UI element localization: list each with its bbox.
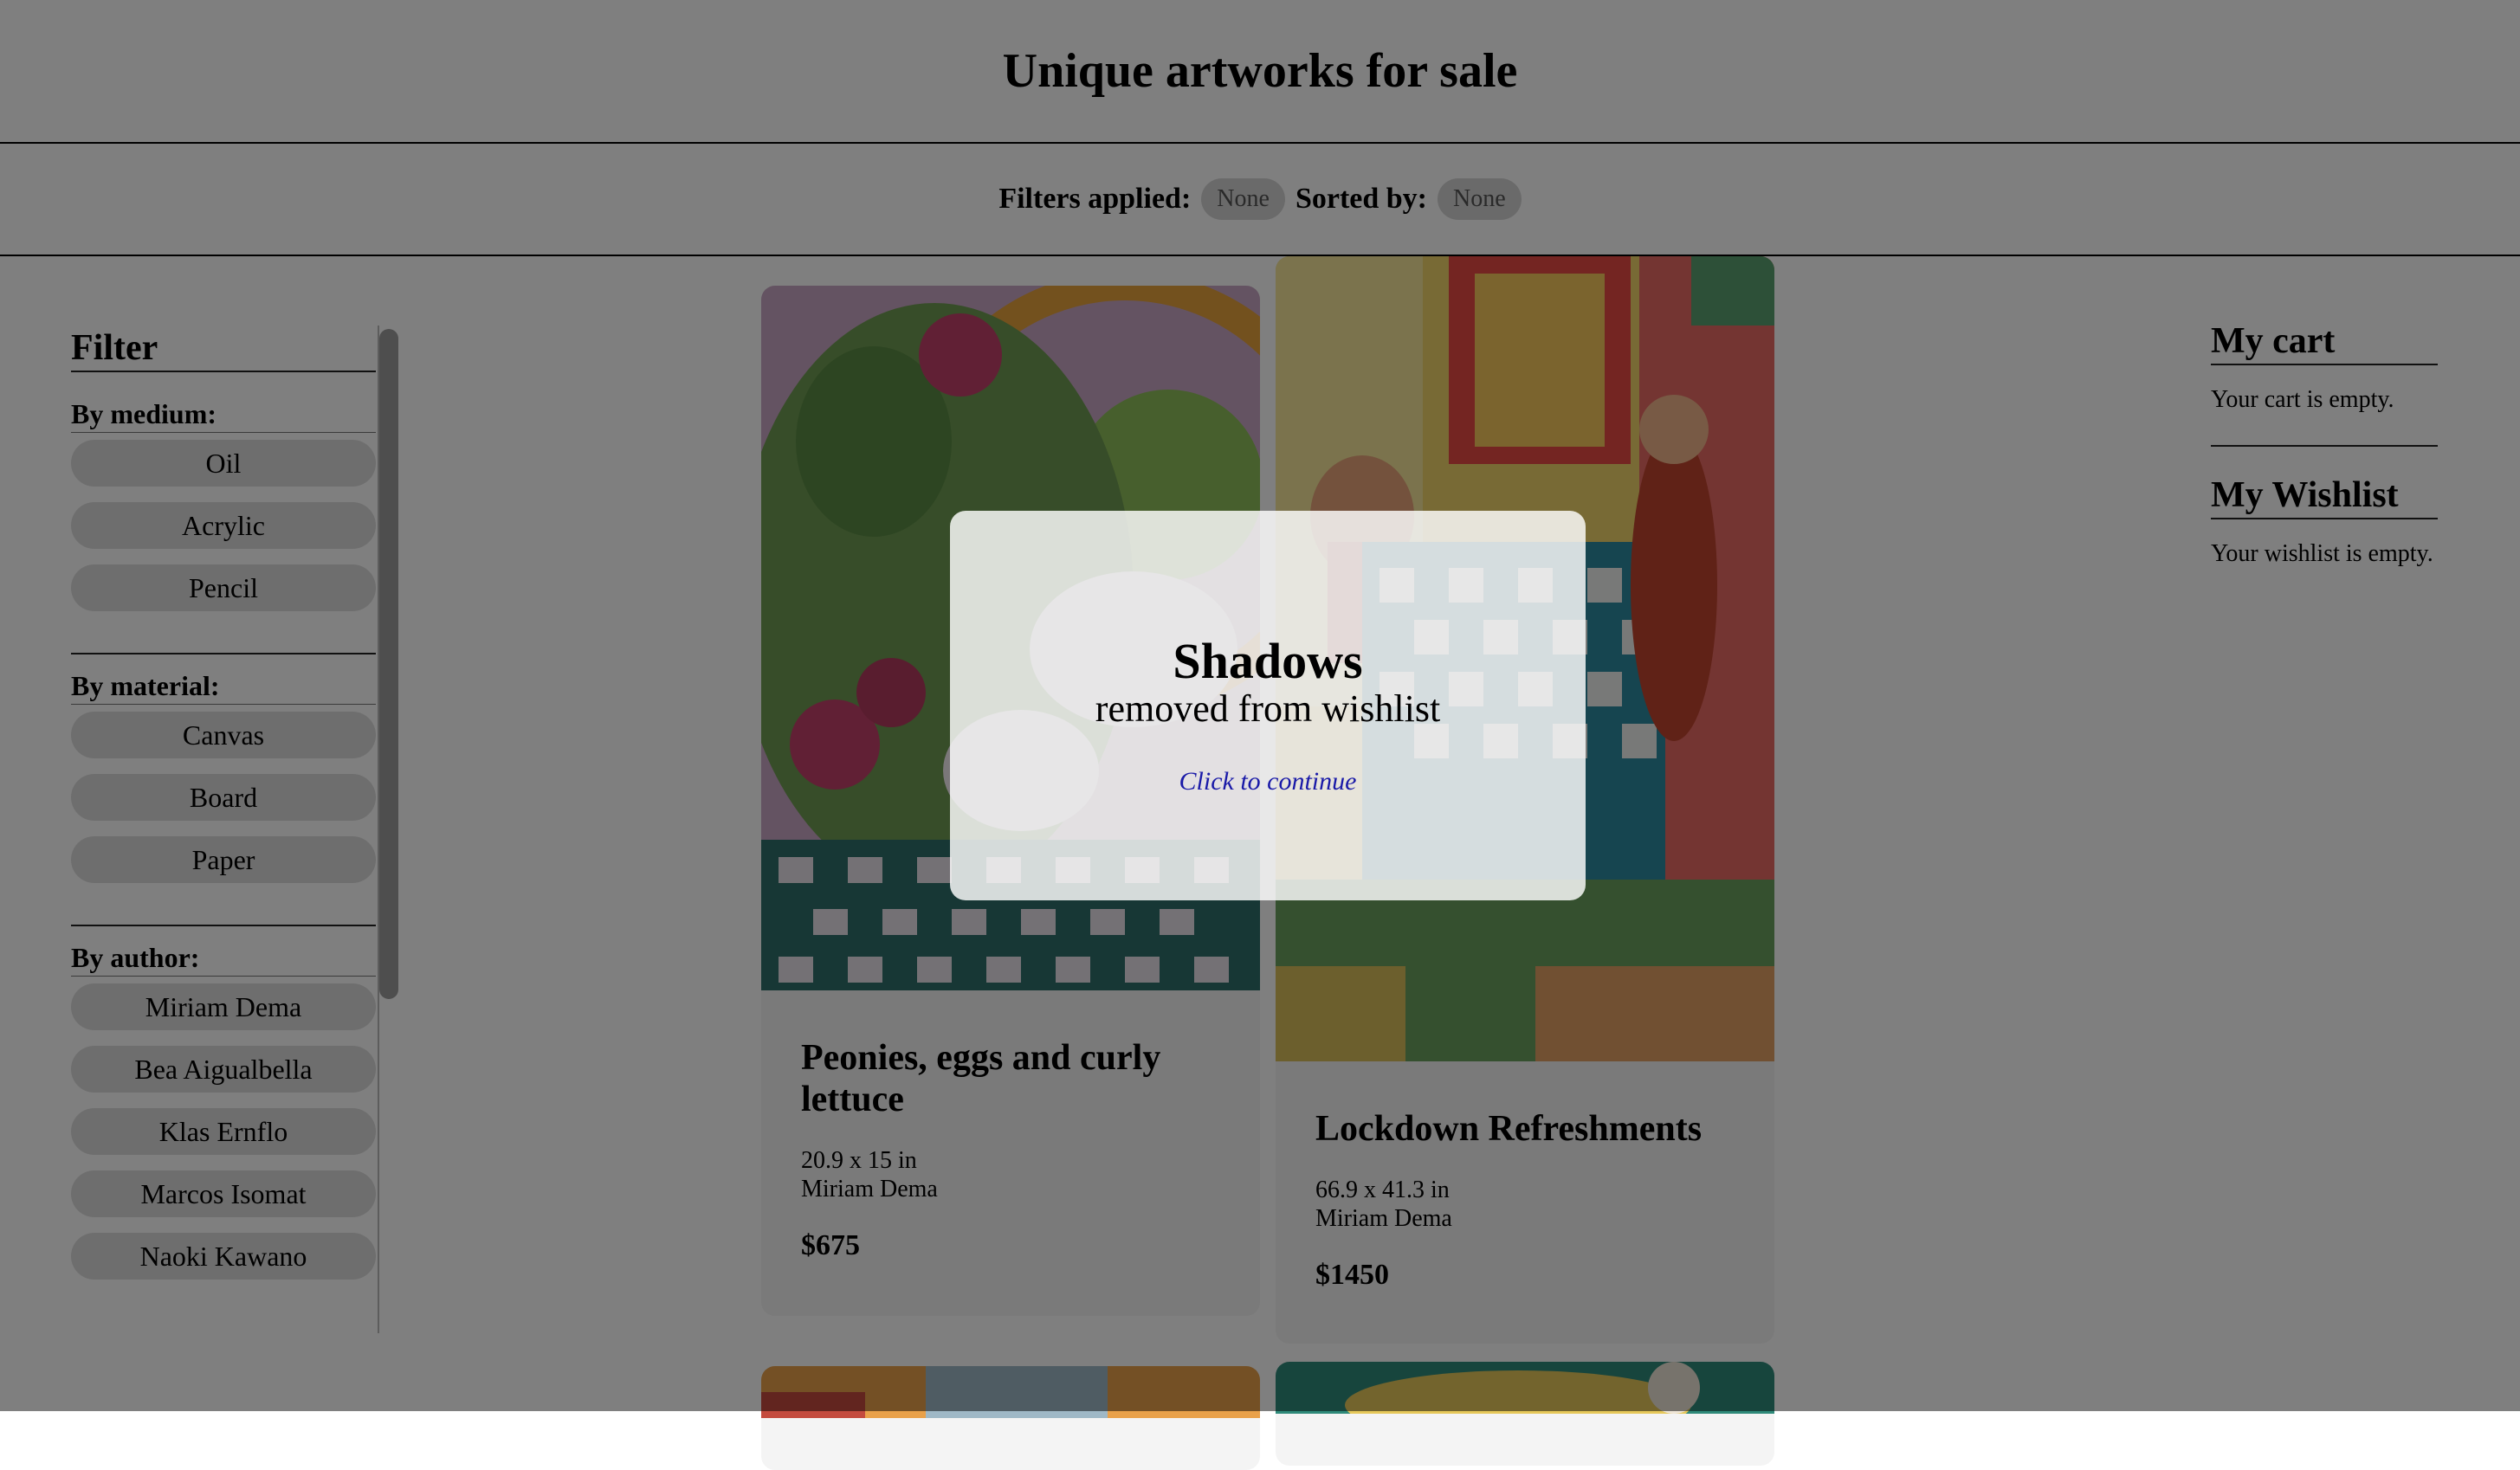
wishlist-notification-modal[interactable]: Shadows removed from wishlist Click to c… bbox=[950, 511, 1586, 900]
modal-message: removed from wishlist bbox=[1095, 687, 1441, 730]
modal-artwork-title: Shadows bbox=[1173, 633, 1363, 689]
continue-link[interactable]: Click to continue bbox=[950, 767, 1586, 796]
